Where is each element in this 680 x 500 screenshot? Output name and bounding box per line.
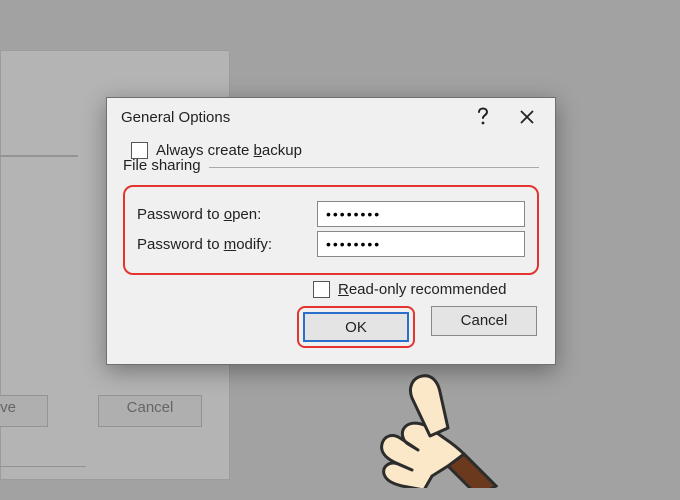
help-icon (476, 107, 490, 127)
password-highlight-region: Password to open: Password to modify: (123, 185, 539, 275)
background-cancel-button: Cancel (98, 395, 202, 427)
background-divider (0, 155, 78, 157)
ok-button[interactable]: OK (303, 312, 409, 342)
password-modify-row: Password to modify: (137, 231, 525, 257)
password-open-input[interactable] (317, 201, 525, 227)
ok-highlight: OK (297, 306, 415, 348)
password-modify-label: Password to modify: (137, 236, 307, 253)
read-only-row[interactable]: Read-only recommended (313, 281, 539, 298)
close-button[interactable] (505, 102, 549, 132)
cancel-button[interactable]: Cancel (431, 306, 537, 336)
dialog-content: Always create backup File sharing Passwo… (107, 136, 555, 364)
password-modify-input[interactable] (317, 231, 525, 257)
background-bottom-line (0, 466, 86, 467)
dialog-button-bar: OK Cancel (123, 306, 539, 348)
password-open-row: Password to open: (137, 201, 525, 227)
background-save-button: ve (0, 395, 48, 427)
close-icon (520, 110, 534, 124)
pointing-hand-icon (378, 358, 498, 488)
file-sharing-legend: File sharing (123, 157, 201, 174)
titlebar: General Options (107, 98, 555, 136)
read-only-label: Read-only recommended (338, 281, 506, 298)
fieldset-rule (209, 167, 539, 168)
read-only-checkbox[interactable] (313, 281, 330, 298)
dialog-title: General Options (121, 109, 461, 126)
help-button[interactable] (461, 102, 505, 132)
general-options-dialog: General Options Always create backup Fil… (106, 97, 556, 365)
password-open-label: Password to open: (137, 206, 307, 223)
file-sharing-fieldset: File sharing Password to open: Password … (123, 167, 539, 348)
